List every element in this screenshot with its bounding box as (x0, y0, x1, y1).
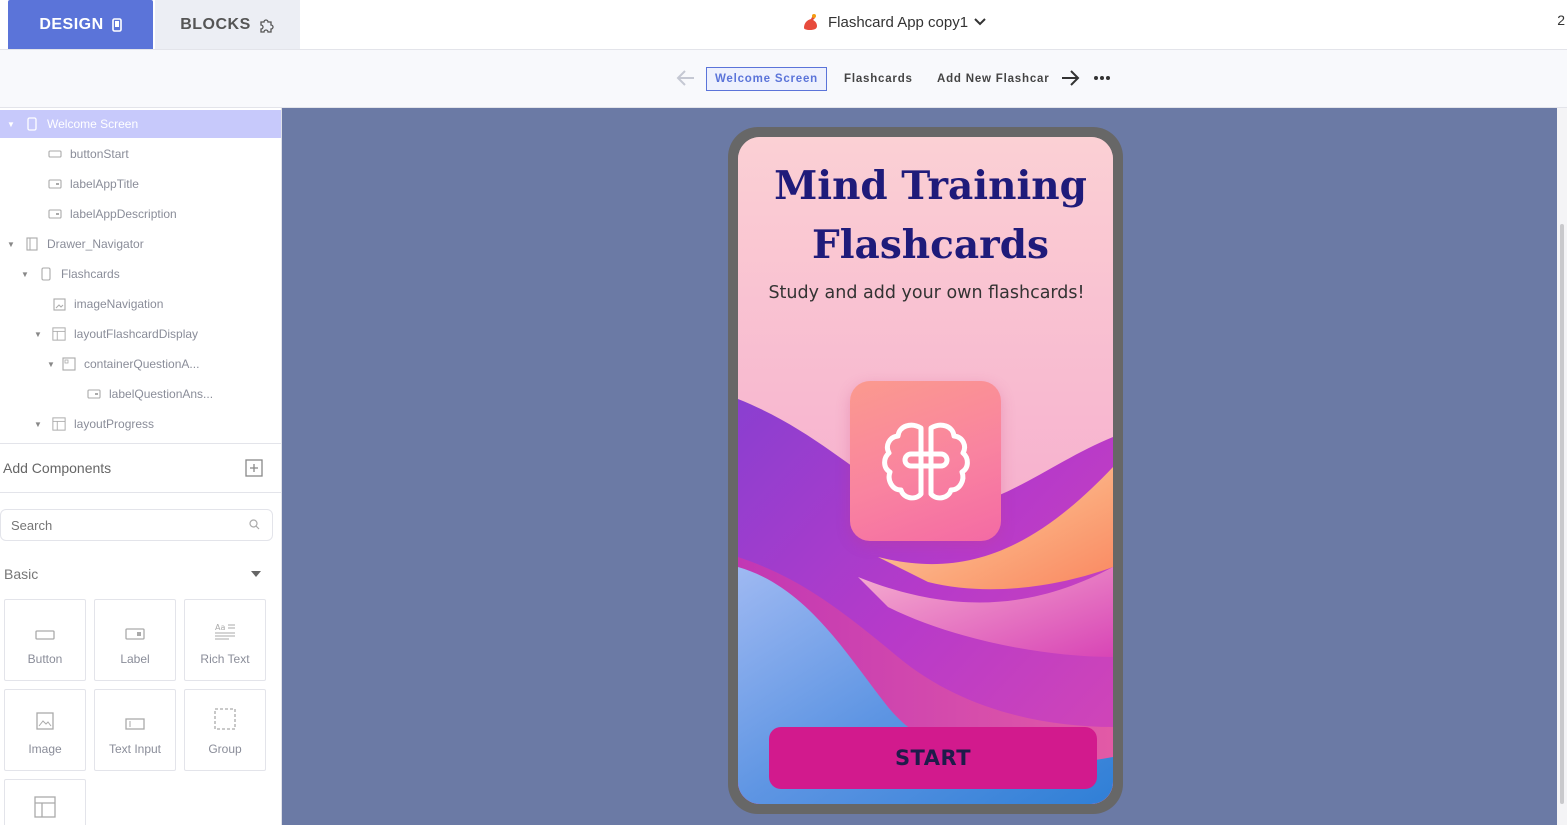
tree-item-label: labelQuestionAns... (109, 387, 214, 401)
overflow-mark: 2 (1557, 12, 1565, 28)
image-icon (36, 712, 54, 730)
canvas-scrollbar-thumb[interactable] (1560, 224, 1564, 804)
component-label: Label (120, 652, 150, 666)
layout-icon (34, 796, 56, 818)
add-components-title: Add Components (3, 460, 112, 476)
caret-down-icon[interactable]: ▼ (21, 270, 31, 279)
basic-section-title: Basic (4, 566, 39, 582)
screen-tab-flashcards[interactable]: Flashcards (844, 67, 913, 91)
divider (0, 443, 281, 444)
label-icon (125, 628, 145, 640)
caret-down-icon[interactable]: ▼ (34, 420, 44, 429)
design-tab[interactable]: DESIGN (8, 0, 153, 49)
welcome-screen-preview[interactable]: Mind Training Flashcards Study and add y… (738, 137, 1113, 804)
caret-down-icon[interactable]: ▼ (47, 360, 57, 369)
tree-item-drawer-navigator[interactable]: ▼ Drawer_Navigator (0, 230, 281, 258)
screen-nav-bar: Welcome Screen Flashcards Add New Flashc… (0, 50, 1567, 108)
tree-item-label: Drawer_Navigator (47, 237, 144, 251)
image-icon (52, 297, 66, 311)
tree-item-label: imageNavigation (74, 297, 164, 311)
tree-item-label-app-description[interactable]: labelAppDescription (0, 200, 281, 228)
tree-item-welcome-screen[interactable]: ▼ Welcome Screen (0, 110, 281, 138)
tree-item-label: containerQuestionA... (84, 357, 200, 371)
design-tab-label: DESIGN (39, 15, 104, 33)
phone-icon (25, 117, 39, 131)
component-label: Text Input (108, 742, 162, 756)
tree-item-label: buttonStart (70, 147, 129, 161)
tree-item-layout-flashcard-display[interactable]: ▼ layoutFlashcardDisplay (0, 320, 281, 348)
add-icon[interactable] (245, 459, 263, 477)
brain-icon (881, 422, 970, 501)
caret-down-icon[interactable]: ▼ (7, 240, 17, 249)
tree-item-label: labelAppDescription (70, 207, 177, 221)
project-name: Flashcard App copy1 (828, 13, 969, 31)
component-rich-text[interactable]: Aa Rich Text (184, 599, 266, 681)
app-logo-icon (804, 14, 817, 30)
component-image[interactable]: Image (4, 689, 86, 771)
tree-item-container-question[interactable]: ▼ containerQuestionA... (0, 350, 281, 378)
start-button[interactable]: START (769, 727, 1097, 789)
tree-item-label: labelAppTitle (70, 177, 139, 191)
button-icon (35, 630, 55, 640)
puzzle-icon (260, 18, 274, 33)
phone-icon (39, 267, 53, 281)
component-button[interactable]: Button (4, 599, 86, 681)
tree-item-label: layoutFlashcardDisplay (74, 327, 199, 341)
component-label: Group (208, 742, 242, 756)
app-title-label: Mind Training Flashcards (774, 163, 1087, 268)
tree-item-layout-progress[interactable]: ▼ layoutProgress (0, 410, 281, 438)
search-box[interactable] (0, 509, 273, 541)
drawer-icon (25, 237, 39, 251)
component-label: Button (27, 652, 63, 666)
arrow-right-icon[interactable] (1060, 69, 1080, 87)
caret-down-icon[interactable]: ▼ (34, 330, 44, 339)
button-icon (48, 147, 62, 161)
tree-item-button-start[interactable]: buttonStart (0, 140, 281, 168)
svg-text:Aa: Aa (215, 623, 225, 632)
container-icon (62, 357, 76, 371)
caret-down-icon[interactable] (251, 571, 261, 577)
arrow-left-icon[interactable] (676, 69, 696, 87)
app-description-label: Study and add your own flashcards! (768, 283, 1085, 303)
component-text-input[interactable]: Text Input (94, 689, 176, 771)
tree-item-label: layoutProgress (74, 417, 155, 431)
tree-item-image-navigation[interactable]: imageNavigation (0, 290, 281, 318)
caret-down-icon[interactable]: ▼ (7, 120, 17, 129)
top-bar: DESIGN BLOCKS Flashcard App copy1 2 (0, 0, 1567, 50)
phone-icon (111, 17, 122, 32)
blocks-tab-label: BLOCKS (180, 15, 251, 33)
layout-icon (52, 327, 66, 341)
search-input[interactable] (1, 510, 231, 540)
tree-item-label: Flashcards (61, 267, 120, 281)
layout-icon (52, 417, 66, 431)
project-selector[interactable]: Flashcard App copy1 (800, 10, 986, 34)
label-icon (87, 387, 101, 401)
component-label[interactable]: Label (94, 599, 176, 681)
label-icon (48, 177, 62, 191)
text-input-icon (125, 718, 145, 730)
left-panel: ▼ Welcome Screen buttonStart labelAppTit… (0, 108, 282, 825)
chevron-down-icon (974, 18, 986, 26)
brain-image (850, 381, 1001, 541)
more-icon[interactable] (1092, 69, 1112, 87)
screen-tab-welcome[interactable]: Welcome Screen (706, 67, 827, 91)
tree-item-label-question-answer[interactable]: labelQuestionAns... (0, 380, 281, 408)
phone-frame: Mind Training Flashcards Study and add y… (728, 127, 1123, 814)
rich-text-icon: Aa (215, 623, 235, 640)
screen-tab-add-new-flashcard[interactable]: Add New Flashcar (937, 67, 1050, 91)
component-layout[interactable] (4, 779, 86, 825)
divider (0, 492, 281, 493)
tree-item-label: Welcome Screen (47, 117, 139, 131)
group-icon (214, 708, 236, 730)
label-icon (48, 207, 62, 221)
component-group[interactable]: Group (184, 689, 266, 771)
search-icon[interactable] (249, 519, 260, 530)
tree-item-flashcards[interactable]: ▼ Flashcards (0, 260, 281, 288)
tree-item-label-app-title[interactable]: labelAppTitle (0, 170, 281, 198)
blocks-tab[interactable]: BLOCKS (155, 0, 300, 49)
component-label: Image (28, 742, 62, 756)
component-label: Rich Text (200, 652, 250, 666)
